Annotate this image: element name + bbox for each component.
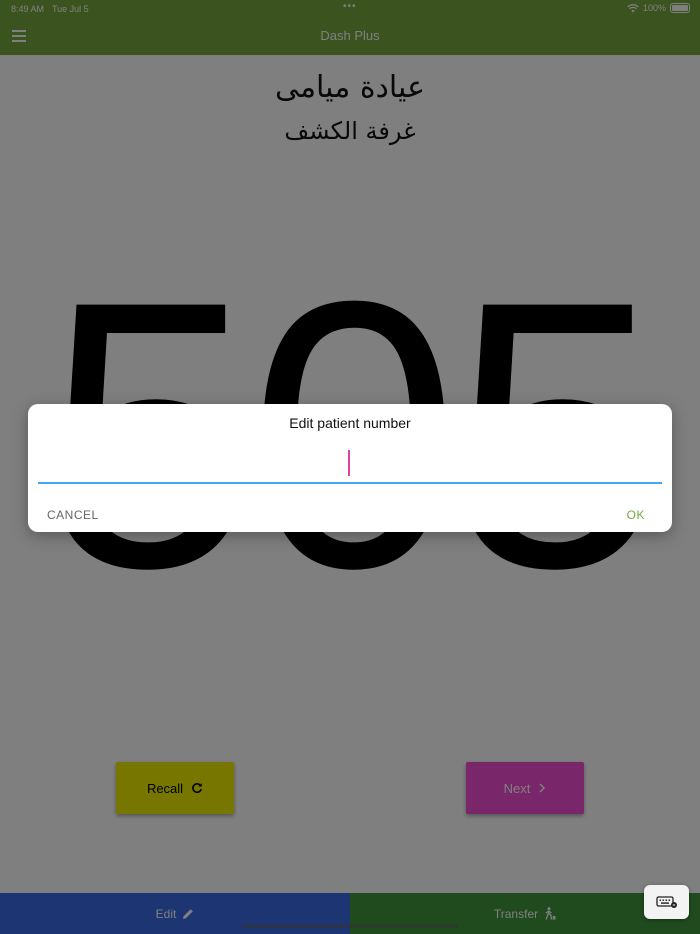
- text-caret: [348, 450, 350, 476]
- keyboard-toggle-button[interactable]: [644, 885, 689, 919]
- home-indicator[interactable]: [242, 924, 458, 928]
- cancel-button[interactable]: CANCEL: [47, 508, 99, 522]
- keyboard-icon: [655, 896, 677, 908]
- edit-patient-dialog: Edit patient number CANCEL OK: [28, 404, 672, 532]
- patient-number-input[interactable]: [38, 448, 662, 484]
- ok-button[interactable]: OK: [627, 508, 645, 522]
- dialog-title: Edit patient number: [289, 415, 411, 431]
